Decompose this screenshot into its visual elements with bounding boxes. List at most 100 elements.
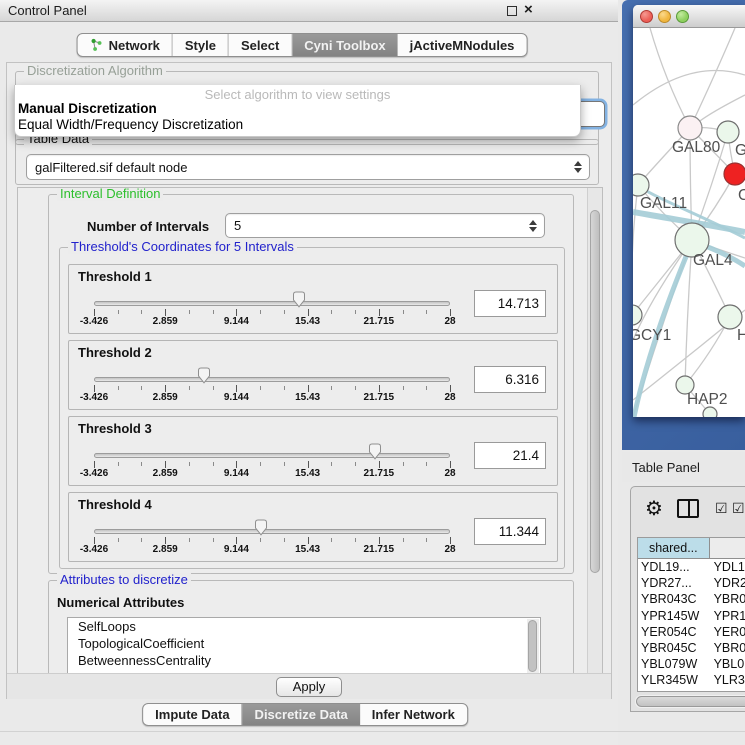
checkbox-icon[interactable]: ☑ [732, 500, 745, 517]
tab-cyni-toolbox[interactable]: Cyni Toolbox [292, 34, 397, 56]
table-cell[interactable]: YBL079W [638, 656, 710, 672]
table-cell[interactable]: YBR0 [710, 591, 745, 607]
table-cell[interactable]: YBR043C [638, 591, 710, 607]
table-data-combobox-value: galFiltered.sif default node [35, 160, 187, 175]
slider-tick [260, 310, 261, 314]
table-row[interactable]: YDR27...YDR2 [638, 575, 745, 591]
slider-tick [426, 462, 427, 466]
column-header-shared-name[interactable]: shared... [638, 538, 710, 559]
scrollbar-thumb[interactable] [636, 696, 745, 707]
slider-tick [426, 310, 427, 314]
network-node-gcy1[interactable] [633, 305, 642, 325]
table-cell[interactable]: YER0 [710, 624, 745, 640]
slider-thumb[interactable] [253, 519, 269, 536]
scrollbar-thumb[interactable] [590, 210, 600, 573]
table-row[interactable]: YBR043CYBR0 [638, 591, 745, 607]
table-cell[interactable]: YER054C [638, 624, 710, 640]
threshold-value-field[interactable]: 11.344 [474, 518, 546, 545]
slider-tick [284, 462, 285, 466]
apply-bar: Apply [7, 673, 611, 699]
table-cell[interactable]: YLR3 [710, 672, 745, 688]
table-row[interactable]: YLR345WYLR3 [638, 672, 745, 688]
apply-button[interactable]: Apply [276, 677, 342, 697]
tab-network[interactable]: Network [78, 34, 173, 56]
table-row[interactable]: YBL079WYBL0 [638, 656, 745, 672]
slider-tick [355, 538, 356, 542]
checkbox-icon[interactable]: ☑ [715, 500, 728, 517]
tab-impute-data[interactable]: Impute Data [143, 704, 242, 725]
attributes-list-scrollbar[interactable] [527, 619, 539, 675]
table-cell[interactable]: YBR0 [710, 640, 745, 656]
table-cell[interactable]: YPR1 [710, 608, 745, 624]
network-node-gal11[interactable] [633, 174, 649, 196]
threshold-slider-track[interactable] [94, 301, 450, 306]
slider-tick [426, 386, 427, 390]
slider-tick [94, 309, 95, 316]
slider-thumb[interactable] [196, 367, 212, 384]
network-node-ga[interactable] [717, 121, 739, 143]
table-cell[interactable]: YIL0 [710, 689, 745, 693]
table-row[interactable]: YBR045CYBR0 [638, 640, 745, 656]
slider-tick [450, 309, 451, 316]
network-node-h[interactable] [718, 305, 742, 329]
tab-label: Infer Network [372, 707, 455, 722]
tab-infer-network[interactable]: Infer Network [360, 704, 467, 725]
slider-thumb[interactable] [367, 443, 383, 460]
thresholds-group-title: Threshold's Coordinates for 5 Intervals [68, 240, 297, 254]
network-node-gal80[interactable] [678, 116, 702, 140]
split-columns-icon[interactable] [677, 499, 699, 518]
close-icon[interactable]: × [524, 1, 533, 18]
float-window-icon[interactable] [507, 6, 517, 16]
algorithm-option-equal-width-frequency-discretization[interactable]: Equal Width/Frequency Discretization [15, 117, 580, 133]
mac-zoom-icon[interactable] [676, 10, 689, 23]
table-cell[interactable]: YBR045C [638, 640, 710, 656]
list-item[interactable]: TopologicalCoefficient [68, 635, 540, 652]
slider-tick [450, 461, 451, 468]
network-node-c[interactable] [724, 163, 745, 185]
horizontal-scrollbar[interactable] [635, 695, 745, 708]
table-cell[interactable]: YDL1 [710, 559, 745, 575]
node-table[interactable]: shared...nameYDL19...YDL1YDR27...YDR2YBR… [637, 537, 745, 692]
mac-minimize-icon[interactable] [658, 10, 671, 23]
tab-discretize-data[interactable]: Discretize Data [243, 704, 360, 725]
algorithm-dropdown-popup: Select algorithm to view settings Manual… [14, 85, 581, 137]
threshold-value-field[interactable]: 14.713 [474, 290, 546, 317]
network-node[interactable] [703, 407, 717, 417]
vertical-scrollbar[interactable] [587, 188, 602, 675]
table-cell[interactable]: YDR2 [710, 575, 745, 591]
table-cell[interactable]: YIL052C [638, 689, 710, 693]
table-cell[interactable]: YLR345W [638, 672, 710, 688]
table-row[interactable]: YDL19...YDL1 [638, 559, 745, 575]
table-cell[interactable]: YPR145W [638, 608, 710, 624]
table-data-combobox[interactable]: galFiltered.sif default node [26, 154, 590, 180]
number-of-intervals-combobox[interactable]: 5 [225, 213, 545, 238]
table-cell[interactable]: YDR27... [638, 575, 710, 591]
threshold-value-field[interactable]: 21.4 [474, 442, 546, 469]
list-item[interactable]: BetweennessCentrality [68, 652, 540, 669]
threshold-slider-track[interactable] [94, 529, 450, 534]
table-row[interactable]: YER054CYER0 [638, 624, 745, 640]
table-row[interactable]: YPR145WYPR1 [638, 608, 745, 624]
table-header-row: shared...name [638, 538, 745, 559]
list-item[interactable]: SelfLoops [68, 618, 540, 635]
threshold-value-field[interactable]: 6.316 [474, 366, 546, 393]
gear-icon[interactable]: ⚙ [645, 496, 663, 521]
table-cell[interactable]: YDL19... [638, 559, 710, 575]
table-cell[interactable]: YBL0 [710, 656, 745, 672]
tab-jactivemnodules[interactable]: jActiveMNodules [398, 34, 527, 56]
slider-tick [308, 461, 309, 468]
threshold-slider-track[interactable] [94, 453, 450, 458]
slider-thumb[interactable] [291, 291, 307, 308]
slider-tick [189, 386, 190, 390]
numerical-attributes-list[interactable]: SelfLoopsTopologicalCoefficientBetweenne… [67, 617, 541, 675]
mac-close-icon[interactable] [640, 10, 653, 23]
tab-style[interactable]: Style [173, 34, 229, 56]
network-canvas[interactable]: GAL80GACGAL11GAL4GCY1HHAP2 [633, 28, 745, 417]
algorithm-option-manual-discretization[interactable]: Manual Discretization [15, 101, 580, 117]
threshold-slider-track[interactable] [94, 377, 450, 382]
tab-select[interactable]: Select [229, 34, 292, 56]
slider-tick [118, 310, 119, 314]
table-row[interactable]: YIL052CYIL0 [638, 689, 745, 693]
column-header-name[interactable]: name [710, 538, 745, 559]
combo-stepper-icon [574, 161, 582, 173]
